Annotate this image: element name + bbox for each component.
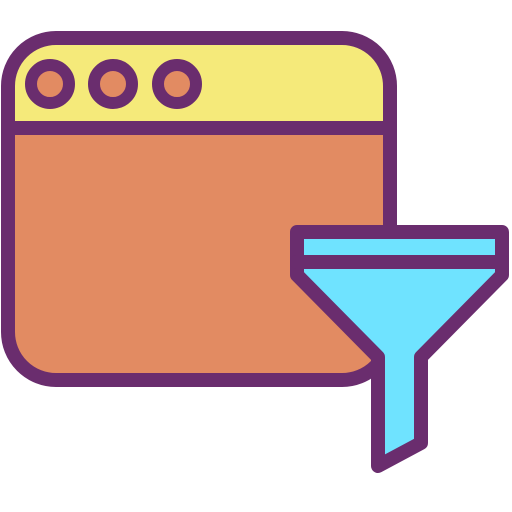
- window-dot-3: [152, 59, 202, 109]
- browser-window-icon: [1, 31, 397, 387]
- window-dot-2: [88, 59, 138, 109]
- icon-canvas: [0, 0, 512, 512]
- window-dot-1: [25, 59, 75, 109]
- browser-window-filter-icon: [1, 31, 509, 473]
